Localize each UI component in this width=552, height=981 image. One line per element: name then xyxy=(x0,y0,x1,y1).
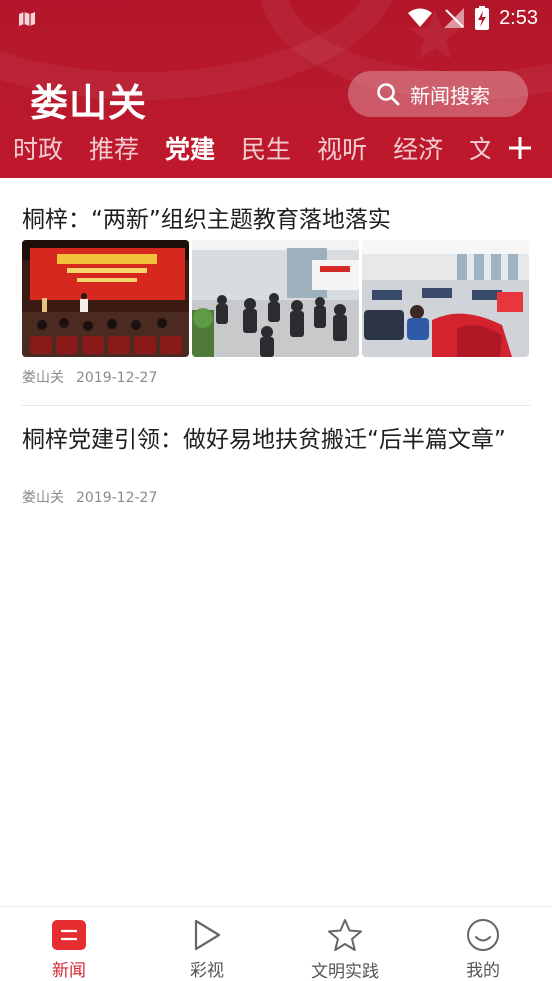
news-title: 桐梓党建引领：做好易地扶贫搬迁“后半篇文章” xyxy=(22,427,506,453)
app-title: 娄山关 xyxy=(30,80,148,125)
battery-charging-icon xyxy=(475,6,490,30)
nav-label: 我的 xyxy=(466,961,500,981)
nav-caishi[interactable]: 彩视 xyxy=(138,907,276,981)
status-bar: 2:53 xyxy=(0,0,552,40)
tab-wen[interactable]: 文 xyxy=(469,130,490,166)
nav-label: 彩视 xyxy=(190,961,224,981)
star-icon xyxy=(327,917,363,953)
bottom-navigation: 新闻 彩视 文明实践 我的 xyxy=(0,906,552,981)
news-date: 2019-12-27 xyxy=(76,370,158,386)
news-date: 2019-12-27 xyxy=(76,490,158,506)
nav-news[interactable]: 新闻 xyxy=(0,907,138,981)
news-icon xyxy=(51,917,87,952)
nav-mine[interactable]: 我的 xyxy=(414,907,552,981)
news-meta: 娄山关 2019-12-27 xyxy=(22,487,157,507)
tab-tuijian[interactable]: 推荐 xyxy=(89,130,139,166)
notification-map-icon xyxy=(19,12,35,26)
news-title: 桐梓：“两新”组织主题教育落地落实 xyxy=(22,207,391,233)
nav-wenming-shijian[interactable]: 文明实践 xyxy=(276,907,414,981)
news-item[interactable]: 桐梓：“两新”组织主题教育落地落实 娄山关 2019-12-27 xyxy=(22,178,530,406)
garment-workshop-photo xyxy=(362,240,529,357)
add-channel-button[interactable] xyxy=(500,130,540,166)
play-icon xyxy=(189,917,225,952)
news-item[interactable]: 桐梓党建引领：做好易地扶贫搬迁“后半篇文章” 娄山关 2019-12-27 xyxy=(22,406,530,516)
news-search-button[interactable]: 新闻搜索 xyxy=(348,71,528,117)
tab-jingji[interactable]: 经济 xyxy=(393,130,443,166)
tab-minsheng[interactable]: 民生 xyxy=(241,130,291,166)
no-signal-icon xyxy=(444,8,465,28)
search-icon xyxy=(377,83,400,106)
tab-dangjian[interactable]: 党建 xyxy=(165,130,215,166)
app-header: 2:53 娄山关 新闻搜索 时政 推荐 党建 民生 视听 经济 文 xyxy=(0,0,552,178)
news-meta: 娄山关 2019-12-27 xyxy=(22,367,157,387)
meeting-stage-photo xyxy=(22,240,189,357)
tab-shizheng[interactable]: 时政 xyxy=(13,130,63,166)
nav-label: 新闻 xyxy=(52,961,86,981)
news-image-row xyxy=(22,240,529,357)
news-source: 娄山关 xyxy=(22,490,64,506)
search-label: 新闻搜索 xyxy=(410,83,490,108)
news-source: 娄山关 xyxy=(22,370,64,386)
nav-label: 文明实践 xyxy=(311,962,379,981)
wifi-icon xyxy=(408,8,433,27)
tab-shiting[interactable]: 视听 xyxy=(317,130,367,166)
news-list: 桐梓：“两新”组织主题教育落地落实 娄山关 2019-12-27 桐梓党建引领：… xyxy=(0,178,552,506)
smile-icon xyxy=(465,917,501,952)
plus-icon xyxy=(509,137,531,159)
category-tabs: 时政 推荐 党建 民生 视听 经济 文 xyxy=(0,126,490,170)
seated-audience-photo xyxy=(192,240,359,357)
status-time: 2:53 xyxy=(499,6,538,29)
